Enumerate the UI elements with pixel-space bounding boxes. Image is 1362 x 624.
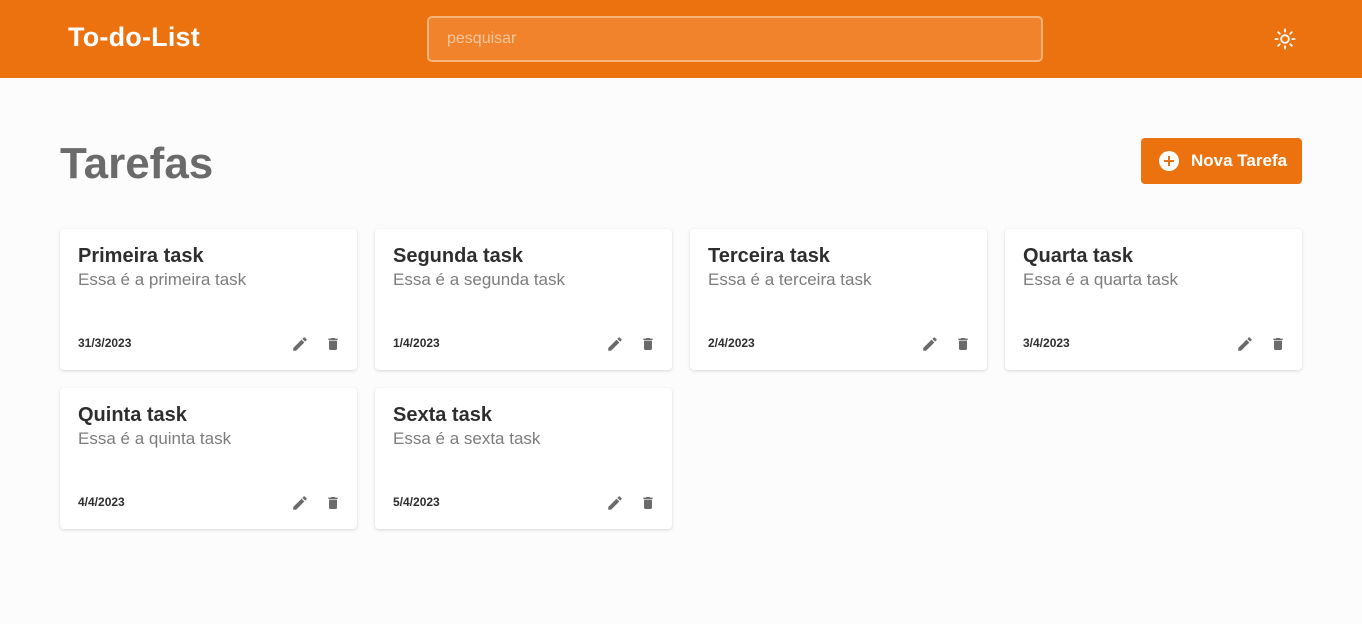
plus-circle-icon: [1159, 151, 1179, 171]
delete-task-button[interactable]: [637, 492, 659, 514]
edit-task-button[interactable]: [289, 333, 311, 355]
task-title: Quarta task: [1023, 245, 1134, 267]
edit-task-button[interactable]: [604, 333, 626, 355]
trash-icon: [328, 497, 338, 509]
delete-task-button[interactable]: [952, 333, 974, 355]
task-title: Terceira task: [708, 245, 830, 267]
sun-icon: [1274, 28, 1296, 50]
task-card: Quarta task Essa é a quarta task 3/4/202…: [1005, 229, 1302, 370]
task-card: Primeira task Essa é a primeira task 31/…: [60, 229, 357, 370]
task-date: 31/3/2023: [78, 336, 132, 350]
app-bar: To-do-List: [0, 0, 1362, 78]
task-card: Terceira task Essa é a terceira task 2/4…: [690, 229, 987, 370]
delete-task-button[interactable]: [322, 333, 344, 355]
delete-task-button[interactable]: [1267, 333, 1289, 355]
trash-icon: [643, 497, 653, 509]
edit-task-button[interactable]: [919, 333, 941, 355]
pencil-icon: [293, 496, 307, 510]
theme-toggle-button[interactable]: [1271, 25, 1299, 53]
new-task-label: Nova Tarefa: [1191, 151, 1288, 170]
task-title: Sexta task: [393, 404, 492, 426]
task-title: Quinta task: [78, 404, 187, 426]
task-description: Essa é a segunda task: [393, 270, 566, 289]
search-input[interactable]: [427, 16, 1043, 62]
new-task-button[interactable]: Nova Tarefa: [1141, 138, 1302, 184]
task-card: Sexta task Essa é a sexta task 5/4/2023: [375, 388, 672, 529]
task-description: Essa é a sexta task: [393, 429, 541, 448]
task-description: Essa é a terceira task: [708, 270, 872, 289]
task-date: 1/4/2023: [393, 336, 440, 350]
edit-task-button[interactable]: [604, 492, 626, 514]
trash-icon: [328, 338, 338, 350]
delete-task-button[interactable]: [322, 492, 344, 514]
pencil-icon: [608, 496, 622, 510]
task-date: 2/4/2023: [708, 336, 755, 350]
page-title: Tarefas: [60, 139, 214, 188]
task-description: Essa é a quarta task: [1023, 270, 1178, 289]
task-date: 5/4/2023: [393, 495, 440, 509]
task-date: 3/4/2023: [1023, 336, 1070, 350]
edit-task-button[interactable]: [289, 492, 311, 514]
trash-icon: [643, 338, 653, 350]
pencil-icon: [293, 337, 307, 351]
pencil-icon: [923, 337, 937, 351]
task-title: Primeira task: [78, 245, 204, 267]
task-card: Segunda task Essa é a segunda task 1/4/2…: [375, 229, 672, 370]
task-card: Quinta task Essa é a quinta task 4/4/202…: [60, 388, 357, 529]
delete-task-button[interactable]: [637, 333, 659, 355]
task-description: Essa é a quinta task: [78, 429, 232, 448]
trash-icon: [958, 338, 968, 350]
trash-icon: [1273, 338, 1283, 350]
app-title: To-do-List: [68, 22, 200, 52]
task-description: Essa é a primeira task: [78, 270, 247, 289]
task-title: Segunda task: [393, 245, 524, 267]
task-date: 4/4/2023: [78, 495, 125, 509]
pencil-icon: [1238, 337, 1252, 351]
edit-task-button[interactable]: [1234, 333, 1256, 355]
pencil-icon: [608, 337, 622, 351]
